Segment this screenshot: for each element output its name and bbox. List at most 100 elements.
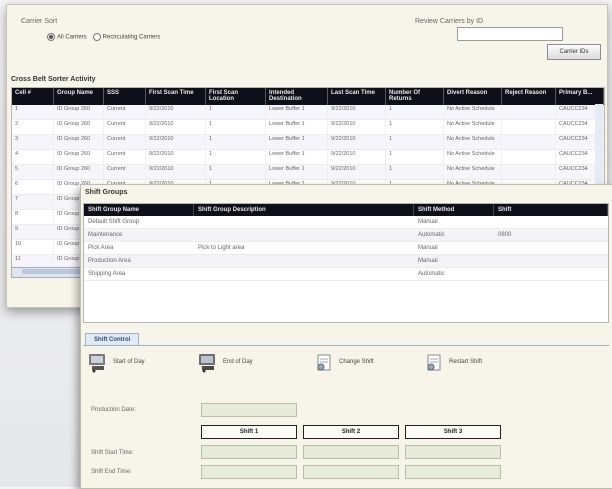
table-cell bbox=[502, 120, 556, 134]
table-cell: No Active Schedule bbox=[444, 150, 502, 164]
col-shift-group-description[interactable]: Shift Group Description bbox=[194, 204, 414, 216]
carrier-sort-options: All Carriers Recirculating Carriers bbox=[47, 33, 160, 41]
table-cell bbox=[194, 216, 414, 228]
table-cell: 1 bbox=[386, 165, 444, 179]
table-cell bbox=[502, 165, 556, 179]
table-cell bbox=[494, 255, 608, 267]
table-cell: Lower Buffer 1 bbox=[266, 150, 328, 164]
table-cell: Production Area bbox=[88, 258, 131, 264]
sorter-col-header[interactable]: First Scan Location bbox=[206, 88, 266, 105]
sorter-activity-title: Cross Belt Sorter Activity bbox=[11, 76, 96, 83]
table-cell: Lower Buffer 1 bbox=[266, 165, 328, 179]
table-cell: 9/22/2010 bbox=[146, 105, 206, 119]
restart-shift-action[interactable]: Restart Shift bbox=[423, 351, 482, 373]
table-cell: 1 bbox=[12, 105, 54, 119]
col-shift-group-name[interactable]: Shift Group Name bbox=[84, 204, 194, 216]
sorter-col-header[interactable]: Reject Reason bbox=[502, 88, 556, 105]
table-cell: ID Group 260 bbox=[54, 150, 104, 164]
table-cell: 9/22/2010 bbox=[328, 135, 386, 149]
table-cell: No Active Schedule bbox=[444, 165, 502, 179]
shift-3-end-time[interactable] bbox=[405, 465, 501, 479]
sorter-col-header[interactable]: Group Name bbox=[54, 88, 104, 105]
carrier-ids-button[interactable]: Carrier IDs bbox=[547, 44, 601, 60]
table-cell: Current bbox=[104, 150, 146, 164]
tab-divider bbox=[83, 345, 609, 346]
shift-1-start-time[interactable] bbox=[201, 445, 297, 459]
sorter-col-header[interactable]: SSS bbox=[104, 88, 146, 105]
table-cell: 9/22/2010 bbox=[146, 135, 206, 149]
table-cell: 8 bbox=[12, 210, 54, 224]
table-cell: Maintenance bbox=[88, 232, 123, 238]
sorter-col-header[interactable]: Divert Reason bbox=[444, 88, 502, 105]
table-cell: Current bbox=[104, 165, 146, 179]
shift-2-start-time[interactable] bbox=[303, 445, 399, 459]
table-cell: Lower Buffer 1 bbox=[266, 105, 328, 119]
table-cell: ID Group 260 bbox=[54, 165, 104, 179]
table-cell: 1 bbox=[206, 120, 266, 134]
production-date-label: Production Date: bbox=[91, 407, 136, 413]
table-row[interactable]: 5 ID Group 260 Current 9/22/2010 1 Lower Buff… bbox=[12, 165, 604, 180]
table-cell: No Active Schedule bbox=[444, 105, 502, 119]
table-cell: 4 bbox=[12, 150, 54, 164]
production-date-field[interactable] bbox=[201, 403, 297, 417]
table-row[interactable]: Production Area Manual bbox=[84, 255, 608, 268]
sorter-col-header[interactable]: Primary B... bbox=[556, 88, 604, 105]
radio-all-carriers[interactable]: All Carriers bbox=[47, 33, 87, 41]
carrier-sort-label: Carrier Sort bbox=[21, 18, 58, 25]
table-cell: 9/22/2010 bbox=[328, 120, 386, 134]
filter-panel: Carrier Sort All Carriers Recirculating … bbox=[7, 5, 607, 73]
change-shift-icon bbox=[317, 354, 331, 371]
table-cell: 1 bbox=[386, 135, 444, 149]
table-row[interactable]: Default Shift Group Manual bbox=[84, 216, 608, 229]
table-row[interactable]: 4 ID Group 260 Current 9/22/2010 1 Lower Buff… bbox=[12, 150, 604, 165]
table-cell: 1 bbox=[206, 165, 266, 179]
radio-recirculating-carriers[interactable]: Recirculating Carriers bbox=[92, 33, 160, 41]
table-cell: 2 bbox=[12, 120, 54, 134]
table-cell: Pick to Light area bbox=[198, 245, 245, 251]
table-cell: 5 bbox=[12, 165, 54, 179]
shift-groups-header: Shift Group Name Shift Group Description… bbox=[84, 204, 608, 216]
table-cell bbox=[494, 242, 608, 254]
table-cell: No Active Schedule bbox=[444, 120, 502, 134]
table-cell: Automatic bbox=[418, 271, 445, 277]
table-cell: Manual bbox=[418, 219, 438, 225]
table-cell: Lower Buffer 1 bbox=[266, 120, 328, 134]
shift-1-button[interactable]: Shift 1 bbox=[201, 425, 297, 439]
table-cell: 1 bbox=[386, 150, 444, 164]
table-cell: 10 bbox=[12, 240, 54, 254]
shift-1-end-time[interactable] bbox=[201, 465, 297, 479]
table-row[interactable]: Shipping Area Automatic bbox=[84, 268, 608, 281]
sorter-col-header[interactable]: Number Of Returns bbox=[386, 88, 444, 105]
table-cell: 9/22/2010 bbox=[146, 150, 206, 164]
table-row[interactable]: 3 ID Group 260 Current 9/22/2010 1 Lower Buff… bbox=[12, 135, 604, 150]
table-row[interactable]: Maintenance Automatic 0800 bbox=[84, 229, 608, 242]
start-of-day-action[interactable]: Start of Day bbox=[87, 351, 145, 373]
sorter-col-header[interactable]: First Scan Time bbox=[146, 88, 206, 105]
table-cell bbox=[502, 135, 556, 149]
table-cell: Automatic bbox=[418, 232, 445, 238]
end-of-day-action[interactable]: End of Day bbox=[197, 351, 253, 373]
change-shift-action[interactable]: Change Shift bbox=[313, 351, 374, 373]
col-shift-method[interactable]: Shift Method bbox=[414, 204, 494, 216]
sorter-col-header[interactable]: Cell # bbox=[12, 88, 54, 105]
table-cell: 9/22/2010 bbox=[146, 120, 206, 134]
shift-2-button[interactable]: Shift 2 bbox=[303, 425, 399, 439]
table-cell bbox=[194, 229, 414, 241]
table-cell: Current bbox=[104, 135, 146, 149]
carrier-id-input[interactable] bbox=[457, 27, 563, 41]
shift-start-time-label: Shift Start Time: bbox=[91, 450, 134, 456]
table-cell: Manual bbox=[418, 258, 438, 264]
table-row[interactable]: 1 ID Group 260 Current 9/22/2010 1 Lower Buff… bbox=[12, 105, 604, 120]
table-cell bbox=[494, 268, 608, 280]
sorter-col-header[interactable]: Last Scan Time bbox=[328, 88, 386, 105]
shift-3-start-time[interactable] bbox=[405, 445, 501, 459]
sorter-col-header[interactable]: Intended Destination bbox=[266, 88, 328, 105]
table-cell: Pick Area bbox=[88, 245, 114, 251]
col-shift[interactable]: Shift bbox=[494, 204, 608, 216]
shift-3-button[interactable]: Shift 3 bbox=[405, 425, 501, 439]
shift-groups-body: Default Shift Group Manual Maintenance Auto… bbox=[84, 216, 608, 281]
shift-end-time-label: Shift End Time: bbox=[91, 469, 132, 475]
shift-2-end-time[interactable] bbox=[303, 465, 399, 479]
table-row[interactable]: Pick Area Pick to Light area Manual bbox=[84, 242, 608, 255]
table-row[interactable]: 2 ID Group 260 Current 9/22/2010 1 Lower Buff… bbox=[12, 120, 604, 135]
